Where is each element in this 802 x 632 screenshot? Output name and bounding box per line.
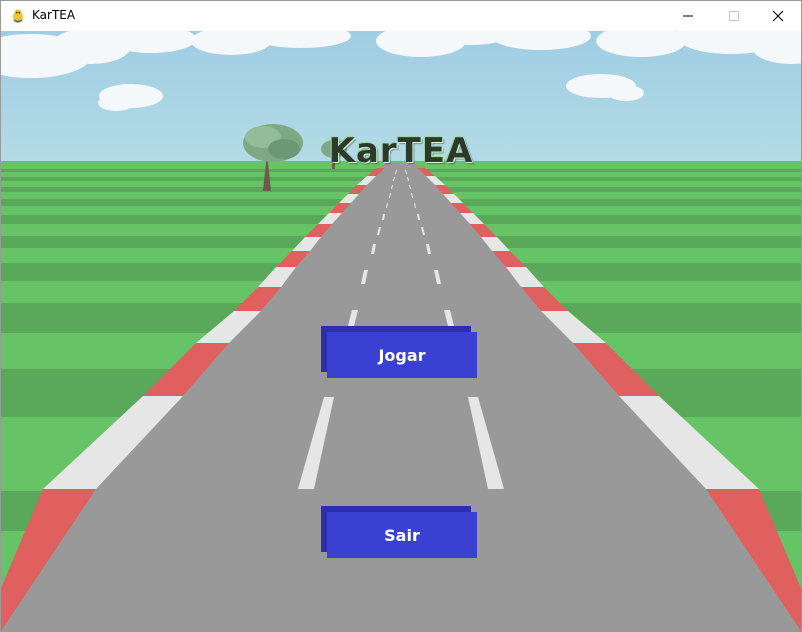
close-button[interactable] [755, 1, 801, 31]
pygame-snake-icon [10, 8, 26, 24]
quit-button[interactable]: Sair [321, 506, 477, 558]
maximize-icon [728, 7, 740, 26]
game-scene: KarTEA Jogar Sair [1, 31, 801, 631]
title-bar[interactable]: KarTEA [1, 1, 801, 31]
play-button[interactable]: Jogar [321, 326, 477, 378]
minimize-button[interactable] [665, 1, 711, 31]
game-title: KarTEA [328, 131, 474, 171]
window-title: KarTEA [32, 8, 76, 22]
quit-button-label: Sair [327, 512, 477, 558]
maximize-button[interactable] [711, 1, 757, 31]
close-icon [772, 7, 784, 26]
game-window: KarTEA KarTEA Jogar Sair [0, 0, 802, 632]
play-button-label: Jogar [327, 332, 477, 378]
minimize-icon [682, 7, 694, 26]
